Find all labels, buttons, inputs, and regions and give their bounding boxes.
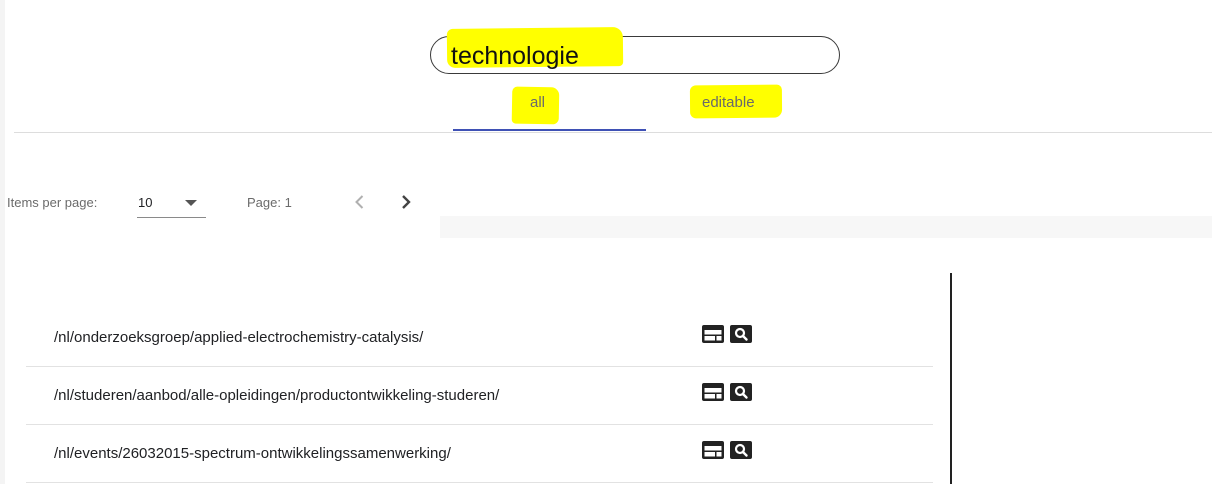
items-per-page-select[interactable]: 10 — [137, 188, 206, 218]
next-page-button[interactable] — [392, 188, 420, 216]
list-item: /nl/studeren/aanbod/alle-opleidingen/pro… — [26, 367, 933, 425]
list-item: /nl/events/26032015-spectrum-ontwikkelin… — [26, 425, 933, 483]
dropdown-caret-icon — [185, 200, 197, 206]
layout-icon[interactable] — [702, 325, 724, 343]
chevron-right-icon — [402, 195, 411, 209]
page-indicator: Page: 1 — [247, 195, 292, 210]
items-per-page-value: 10 — [138, 195, 153, 210]
result-url[interactable]: /nl/studeren/aanbod/alle-opleidingen/pro… — [54, 387, 499, 404]
search-input[interactable] — [451, 41, 831, 71]
search-icon[interactable] — [730, 383, 752, 401]
left-edge-bar — [0, 0, 5, 484]
search-icon[interactable] — [730, 325, 752, 343]
search-icon[interactable] — [730, 441, 752, 459]
chevron-left-icon — [355, 195, 364, 209]
layout-icon[interactable] — [702, 383, 724, 401]
vertical-separator — [950, 273, 952, 484]
items-per-page-label: Items per page: — [7, 195, 98, 210]
active-tab-indicator — [453, 129, 646, 131]
tab-editable[interactable]: editable — [702, 94, 755, 111]
list-item: /nl/onderzoeksgroep/applied-electrochemi… — [26, 309, 933, 367]
previous-page-button[interactable] — [346, 188, 374, 216]
result-url[interactable]: /nl/onderzoeksgroep/applied-electrochemi… — [54, 329, 423, 346]
tab-all[interactable]: all — [530, 94, 545, 111]
toolbar-background — [440, 216, 1212, 238]
layout-icon[interactable] — [702, 441, 724, 459]
tabs-divider — [14, 132, 1212, 133]
result-url[interactable]: /nl/events/26032015-spectrum-ontwikkelin… — [54, 445, 451, 462]
